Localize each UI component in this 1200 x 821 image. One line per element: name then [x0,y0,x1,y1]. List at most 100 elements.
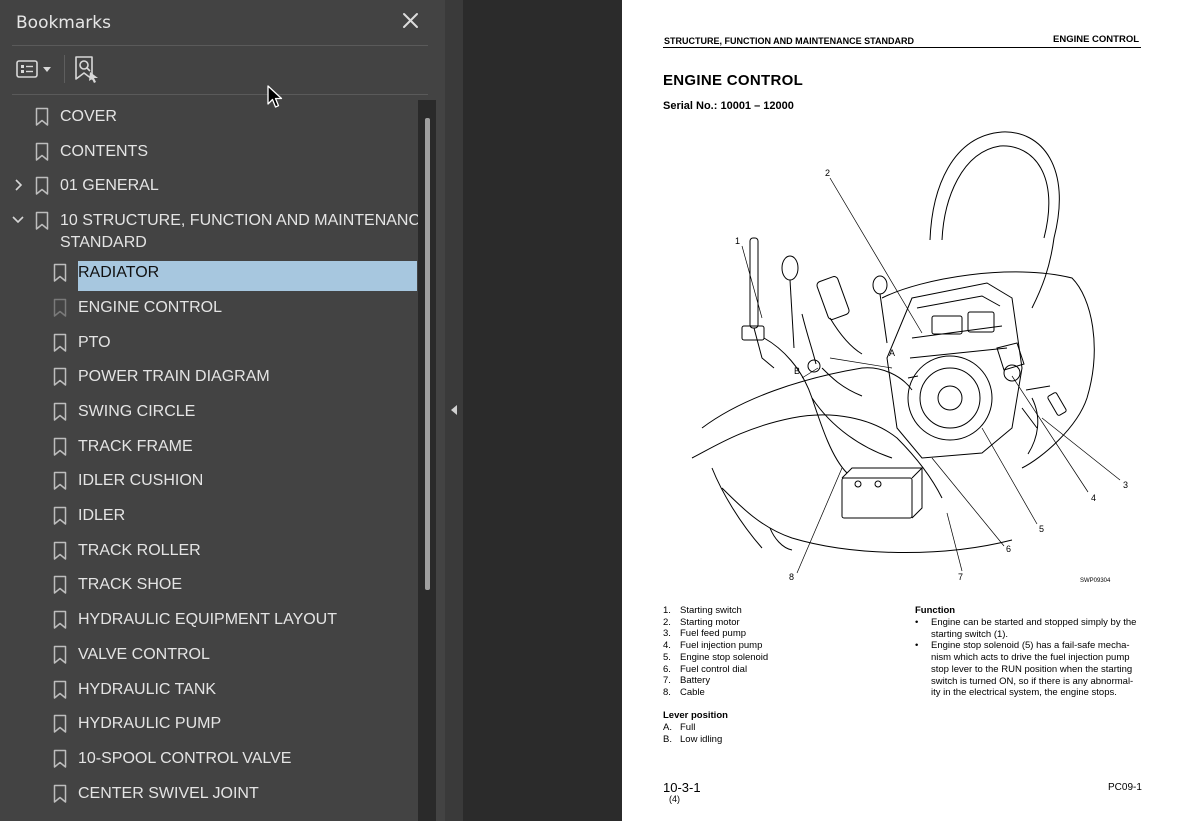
bookmark-item[interactable]: IDLER [0,503,418,538]
list-item: 3. Fuel feed pump [663,628,768,640]
bookmark-label: TRACK ROLLER [78,541,201,559]
list-item: 5. Engine stop solenoid [663,652,768,664]
item-number: 7. [663,675,671,687]
item-number: B. [663,733,672,745]
bookmark-icon [53,749,67,768]
bookmark-label: IDLER CUSHION [78,472,204,490]
bookmark-item[interactable]: HYDRAULIC TANK [0,677,418,712]
callout-label: 1 [735,236,740,246]
find-bookmark-icon [75,56,98,83]
function-line: nism which acts to drive the fuel inject… [915,652,1147,664]
bookmark-item[interactable]: VALVE CONTROL [0,642,418,677]
caret-left-icon [451,405,457,415]
bookmark-label: COVER [60,108,117,125]
bookmark-icon [53,784,67,803]
callout-label: A [889,348,895,358]
function-text: Engine stop solenoid (5) has a fail-safe… [931,640,1130,652]
scrollbar-thumb[interactable] [425,118,430,590]
bookmark-item[interactable]: 01 GENERAL [0,173,418,208]
function-text: stop lever to the RUN position when the … [931,663,1133,675]
item-text: Starting motor [680,616,740,628]
bookmark-icon [53,610,67,629]
chevron-right-icon[interactable] [11,178,25,192]
bookmark-label: 10 STRUCTURE, FUNCTION AND MAINTENANCE [60,212,418,230]
bookmark-item[interactable]: POWER TRAIN DIAGRAM [0,364,418,399]
bookmark-label: IDLER [78,507,126,524]
chevron-down-icon[interactable] [11,213,25,227]
collapse-panel-button[interactable] [448,402,460,418]
callout-label: 7 [958,572,963,582]
lever-position-title: Lever position [663,710,728,721]
function-list: • Engine can be started and stopped simpl… [915,617,1147,699]
bookmark-label: TRACK SHOE [78,576,183,594]
item-text: Fuel feed pump [680,628,747,640]
function-text: nism which acts to drive the fuel inject… [931,652,1130,664]
seat-outline [929,131,1060,309]
find-bookmark-button[interactable] [72,54,100,84]
bookmark-icon [35,107,49,126]
bookmark-icon [53,437,67,456]
bookmark-item[interactable]: CENTER SWIVEL JOINT [0,781,418,816]
bookmark-label: PTO [78,333,111,351]
list-item: 6. Fuel control dial [663,664,768,676]
item-text: Cable [680,686,705,698]
bookmark-icon [35,211,49,230]
item-number: 2. [663,616,671,628]
bookmark-icon [53,714,67,733]
function-title: Function [915,605,956,616]
bookmark-label: CONTENTS [60,142,148,160]
bookmark-item[interactable]: ENGINE CONTROL [0,295,418,330]
bookmark-icon [53,298,67,317]
engine-flywheel [907,355,993,441]
figure-code: SWP09304 [1080,578,1111,584]
bookmark-item[interactable]: COVER [0,104,418,139]
document-page: STRUCTURE, FUNCTION AND MAINTENANCE STAN… [622,0,1200,821]
bookmark-label: CENTER SWIVEL JOINT [78,784,259,802]
bookmark-item[interactable]: HYDRAULIC EQUIPMENT LAYOUT [0,607,418,642]
bookmark-icon [53,333,67,352]
bookmark-icon [53,576,67,595]
bookmark-icon [53,263,67,282]
item-text: Battery [680,675,711,687]
bookmark-icon [35,177,49,196]
bookmark-item[interactable]: 10-SPOOL CONTROL VALVE [0,746,418,781]
battery [841,477,913,519]
close-button[interactable] [400,10,422,32]
model-code: PC09-1 [1108,782,1142,793]
bookmark-item[interactable]: RADIATOR [0,260,418,295]
list-options-icon [16,60,51,78]
bookmark-icon [53,367,67,386]
function-line: switch is turned ON, so if there is any … [915,676,1147,688]
callout-label: 5 [1039,524,1044,534]
bookmark-item[interactable]: CONTENTS [0,139,418,174]
bookmark-item[interactable]: 10 STRUCTURE, FUNCTION AND MAINTENANCE ST… [0,208,418,260]
function-text: switch is turned ON, so if there is any … [931,675,1134,687]
bookmark-options-button[interactable] [14,55,56,83]
header-chapter: ENGINE CONTROL [1053,34,1140,45]
function-line: stop lever to the RUN position when the … [915,664,1147,676]
bullet: • [915,640,919,652]
item-text: Starting switch [680,605,742,616]
bookmark-item[interactable]: PTO [0,330,418,365]
item-number: A. [663,722,672,733]
item-number: 6. [663,663,671,675]
bookmark-label: SWING CIRCLE [78,402,196,420]
bookmark-item[interactable]: IDLER CUSHION [0,468,418,503]
toolbar-divider [64,55,65,83]
bookmark-label: VALVE CONTROL [78,645,210,663]
bookmark-item[interactable]: SWING CIRCLE [0,399,418,434]
bookmark-label: HYDRAULIC TANK [78,680,217,698]
bookmark-icon [53,402,67,421]
bookmark-item[interactable]: HYDRAULIC PUMP [0,711,418,746]
callout-label: 3 [1123,480,1128,490]
list-item: B. Low idling [663,734,722,746]
callout-label: 8 [789,572,794,582]
bookmark-item[interactable]: TRACK SHOE [0,572,418,607]
engine-block [886,282,1023,459]
bookmark-item[interactable]: TRACK ROLLER [0,538,418,573]
page-number: 10-3-1 [663,780,701,795]
bookmark-icon [53,472,67,491]
bookmark-label: HYDRAULIC PUMP [78,715,222,733]
bookmark-item[interactable]: TRACK FRAME [0,434,418,469]
panel-title: Bookmarks [16,13,111,33]
